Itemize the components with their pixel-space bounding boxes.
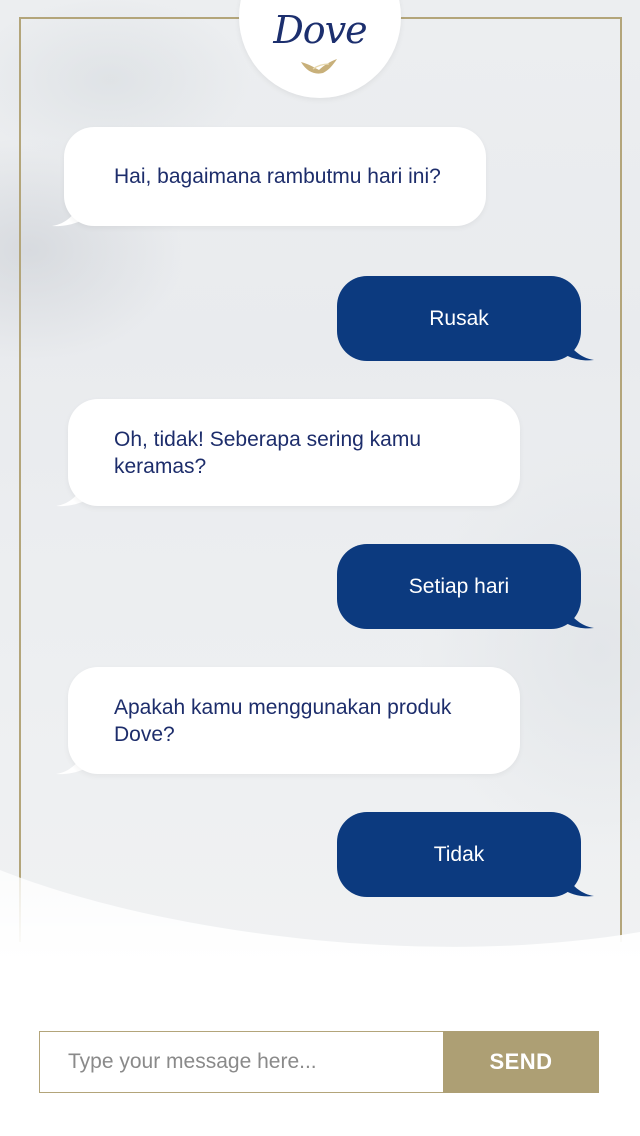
message-user-1: Rusak [337,276,581,361]
message-user-3: Tidak [337,812,581,897]
message-text: Oh, tidak! Seberapa sering kamu keramas? [114,427,422,478]
message-text: Setiap hari [408,575,510,598]
message-text: Rusak [429,307,489,330]
message-text: Tidak [433,843,485,866]
bottom-wave-decoration [0,870,640,1136]
message-text: Apakah kamu menggunakan produk Dove? [114,695,452,746]
message-bot-2: Oh, tidak! Seberapa sering kamu keramas? [68,399,520,506]
message-input[interactable] [39,1031,444,1093]
brand-logo: Dove [273,8,367,52]
send-button[interactable]: SEND [443,1031,599,1093]
message-text: Hai, bagaimana rambutmu hari ini? [114,165,441,188]
message-user-2: Setiap hari [337,544,581,629]
message-bot-1: Hai, bagaimana rambutmu hari ini? [64,127,486,226]
dove-bird-icon [301,59,337,74]
message-bot-3: Apakah kamu menggunakan produk Dove? [68,667,520,774]
